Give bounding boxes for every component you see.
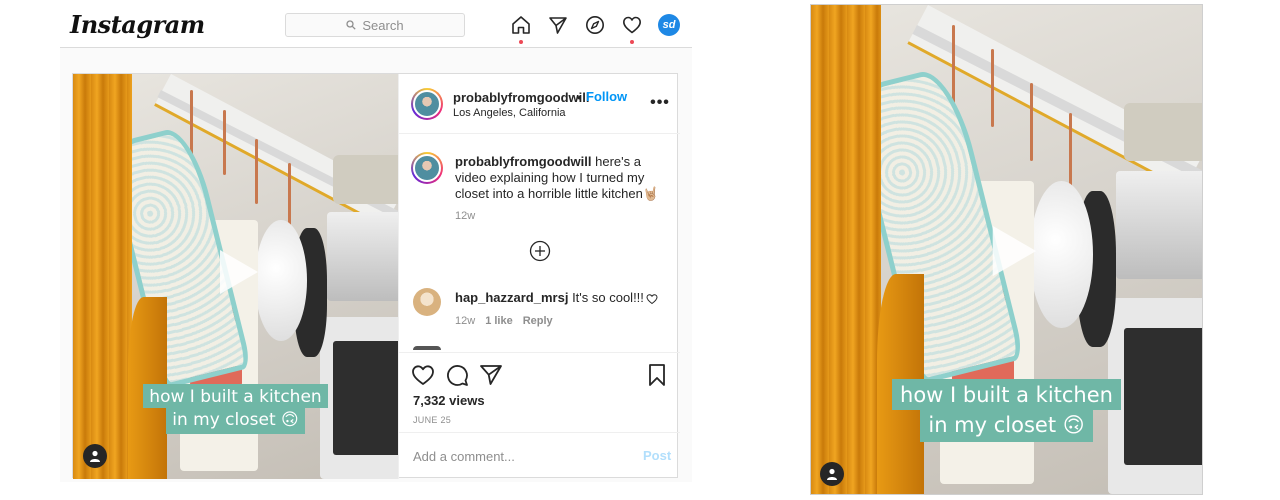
follow-button[interactable]: Follow <box>586 89 627 104</box>
comment-input[interactable] <box>413 445 633 467</box>
post-location[interactable]: Los Angeles, California <box>453 107 566 119</box>
instagram-logo[interactable]: Instagram <box>70 10 205 39</box>
enlarged-video-caption: how I built a kitchen in my closet 🙃 <box>811 379 1202 443</box>
post-header: probablyfromgoodwill • Follow Los Angele… <box>399 74 680 134</box>
post-comment-button[interactable]: Post <box>643 448 671 463</box>
post-actions: 7,332 views JUNE 25 <box>399 352 680 432</box>
explore-icon[interactable] <box>584 14 606 36</box>
author-avatar[interactable] <box>411 88 443 120</box>
enlarged-play-icon <box>992 225 1037 277</box>
comment-like-icon[interactable] <box>646 293 658 305</box>
next-comment-avatar <box>413 346 441 350</box>
commenter-avatar[interactable] <box>413 288 441 316</box>
video-caption: how I built a kitchen in my closet 🙃 <box>73 384 398 434</box>
search-placeholder: Search <box>362 17 404 33</box>
search-icon <box>346 20 357 30</box>
view-count[interactable]: 7,332 views <box>413 393 485 408</box>
enlarged-tagged-users-button[interactable] <box>820 462 844 486</box>
add-comment-bar: Post <box>399 432 680 479</box>
author-username[interactable]: probablyfromgoodwill <box>453 90 590 105</box>
instagram-window: Instagram Search sd how I built a kitche… <box>60 0 692 482</box>
enlarged-play-button[interactable] <box>979 219 1043 283</box>
play-icon <box>220 250 258 294</box>
comment-icon[interactable] <box>445 363 469 387</box>
post-details-panel: probablyfromgoodwill • Follow Los Angele… <box>398 74 680 479</box>
comment-text: It's so cool!!! <box>572 290 644 305</box>
top-navigation-bar: Instagram Search sd <box>60 0 692 48</box>
home-notification-dot <box>519 40 523 44</box>
caption-username[interactable]: probablyfromgoodwill <box>455 154 592 169</box>
comment-timestamp[interactable]: 12w <box>455 315 475 327</box>
search-input[interactable]: Search <box>285 13 465 37</box>
post-caption: probablyfromgoodwill here's a video expl… <box>455 154 667 202</box>
activity-icon[interactable] <box>621 14 643 44</box>
share-icon[interactable] <box>479 363 503 387</box>
video-caption-line2: in my closet 🙃 <box>166 408 305 434</box>
comment-likes[interactable]: 1 like <box>485 315 513 327</box>
enlarged-user-icon <box>827 468 837 480</box>
post-video[interactable]: how I built a kitchen in my closet 🙃 <box>73 74 398 479</box>
follow-separator: • <box>577 90 582 105</box>
enlarged-caption-line2: in my closet 🙃 <box>920 410 1093 443</box>
direct-icon[interactable] <box>547 14 569 36</box>
user-icon <box>90 450 100 462</box>
comment-username[interactable]: hap_hazzard_mrsj <box>455 290 568 305</box>
video-caption-line1: how I built a kitchen <box>143 384 328 409</box>
comment-meta: 12w 1 like Reply <box>455 315 553 327</box>
comment-reply-button[interactable]: Reply <box>523 315 553 327</box>
post-card: how I built a kitchen in my closet 🙃 pro… <box>72 73 680 479</box>
activity-notification-dot <box>630 40 634 44</box>
save-icon[interactable] <box>645 363 669 387</box>
post-date[interactable]: JUNE 25 <box>413 415 451 425</box>
enlarged-caption-line1: how I built a kitchen <box>892 379 1121 411</box>
more-options-icon[interactable]: ••• <box>650 93 670 113</box>
like-icon[interactable] <box>411 363 435 387</box>
comment: hap_hazzard_mrsj It's so cool!!! <box>455 290 645 305</box>
home-icon[interactable] <box>510 14 532 44</box>
tagged-users-button[interactable] <box>83 444 107 468</box>
load-more-comments-icon[interactable] <box>529 240 551 262</box>
profile-avatar[interactable]: sd <box>658 14 680 36</box>
enlarged-video[interactable]: how I built a kitchen in my closet 🙃 <box>810 4 1203 495</box>
caption-timestamp[interactable]: 12w <box>455 210 475 222</box>
play-button[interactable] <box>208 244 264 300</box>
caption-author-avatar[interactable] <box>411 152 443 184</box>
